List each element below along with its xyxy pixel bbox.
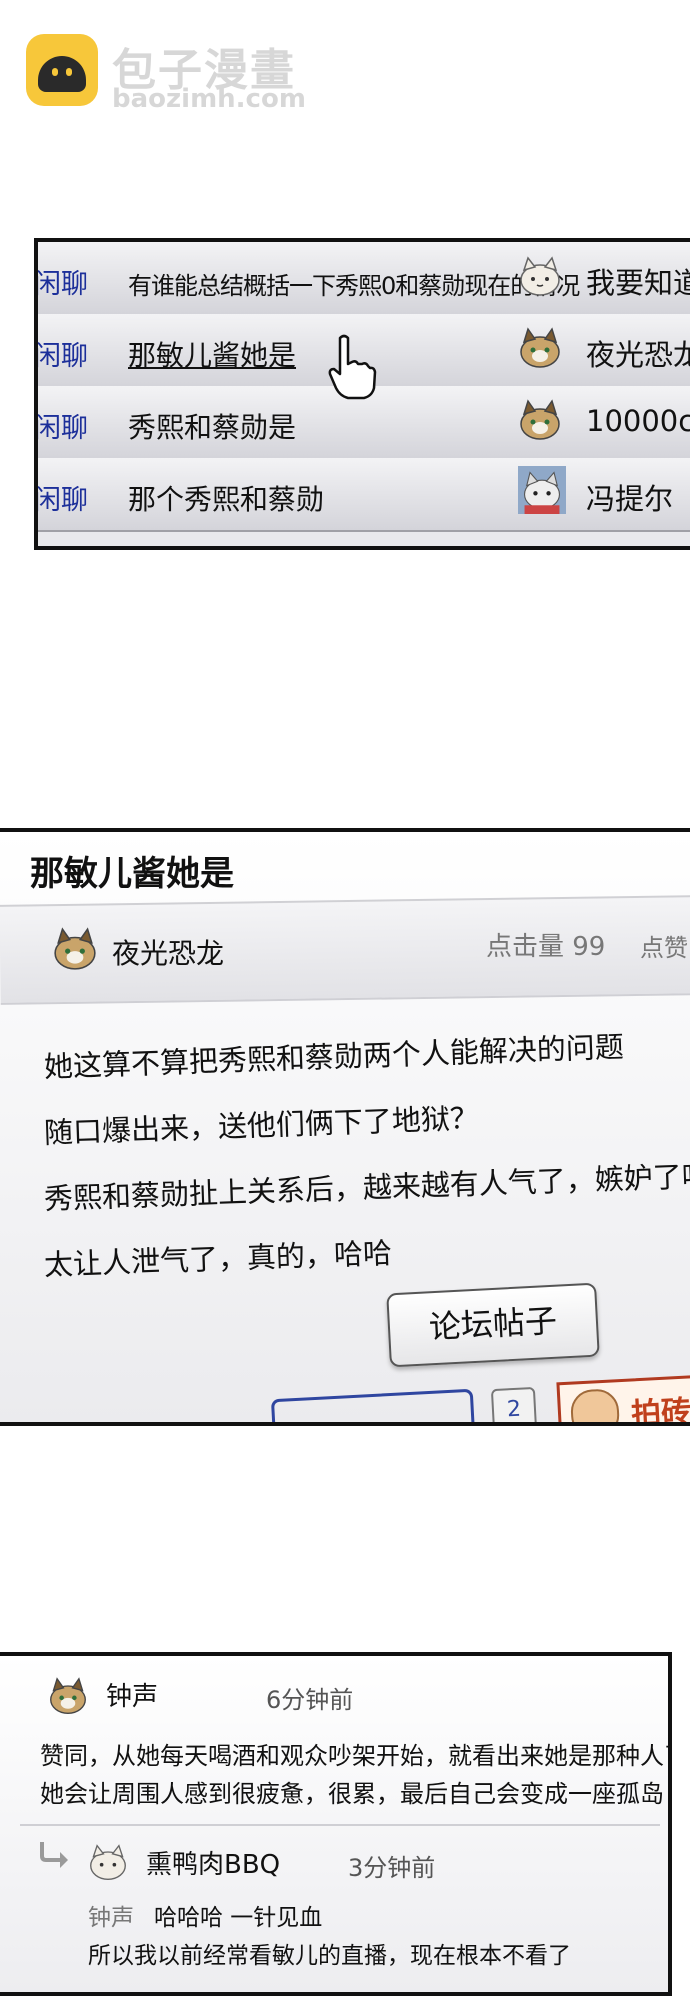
post-body-line: 她这算不算把秀熙和蔡勋两个人能解决的问题 (43, 1029, 625, 1084)
post-author[interactable]: 夜光恐龙 (112, 932, 224, 972)
comment-divider (20, 1824, 660, 1826)
comment-text: 她会让周围人感到很疲惫，很累，最后自己会变成一座孤岛 (40, 1780, 664, 1808)
post-title: 那敏儿酱她是 (30, 854, 234, 894)
blue-action-button[interactable] (270, 1388, 476, 1422)
forum-post-button[interactable]: 论坛帖子 (386, 1282, 600, 1368)
page-number-button[interactable]: 2 (490, 1386, 538, 1422)
comment-time: 6分钟前 (266, 1686, 354, 1714)
cat-icon (520, 256, 560, 296)
thread-author[interactable]: 冯提尔 (586, 476, 673, 518)
watermark-url: baozimh.com (112, 84, 306, 114)
thread-row[interactable]: 闲聊 那个秀熙和蔡勋 冯提尔 (38, 458, 690, 532)
like-button[interactable]: 点赞 (640, 928, 688, 963)
thread-title[interactable]: 那敏儿酱她是 (128, 334, 296, 374)
bun-eye (52, 68, 58, 76)
brick-badge[interactable]: 拍砖 (556, 1373, 690, 1426)
forum-thread-list-panel: 闲聊 有谁能总结概括一下秀熙0和蔡勋现在的情况 我要知道 闲聊 那敏儿酱她是 夜… (34, 238, 690, 550)
reply-text: 哈哈哈 一针见血 (154, 1905, 323, 1931)
thread-category: 闲聊 (34, 413, 88, 444)
thread-category: 闲聊 (34, 485, 88, 516)
thread-title[interactable]: 有谁能总结概括一下秀熙0和蔡勋现在的情况 (128, 266, 580, 301)
thread-title[interactable]: 秀熙和蔡勋是 (128, 406, 296, 446)
bun-eye (66, 68, 72, 76)
thread-author[interactable]: 10000cc (586, 404, 690, 438)
cat-photo-avatar-icon (518, 466, 566, 514)
cat-icon (50, 1677, 86, 1714)
post-body-line: 随口爆出来，送他们俩下了地狱？ (43, 1100, 480, 1150)
brick-badge-label: 拍砖 (630, 1394, 690, 1426)
comment-text: 赞同，从她每天喝酒和观众吵架开始，就看出来她是那种人了 (40, 1742, 672, 1770)
face-icon (569, 1388, 621, 1422)
reply-time: 3分钟前 (348, 1854, 436, 1882)
reply-author[interactable]: 熏鸭肉BBQ (146, 1844, 280, 1881)
post-click-count: 点击量 99 (486, 932, 606, 962)
post-body-line: 太让人泄气了，真的，哈哈 (43, 1235, 393, 1282)
thread-row[interactable]: 闲聊 有谁能总结概括一下秀熙0和蔡勋现在的情况 我要知道 (38, 242, 690, 316)
reply-mention[interactable]: 钟声 (88, 1898, 134, 1932)
thread-category: 闲聊 (34, 341, 88, 372)
reply-arrow-icon (40, 1842, 68, 1868)
comment-author[interactable]: 钟声 (106, 1676, 158, 1713)
cat-icon (54, 927, 96, 970)
thread-category: 闲聊 (34, 269, 88, 300)
cat-icon (90, 1844, 126, 1880)
post-body-line: 秀熙和蔡勋扯上关系后，越来越有人气了，嫉妒了吧?哈哈哈 (43, 1155, 690, 1216)
hand-cursor-icon (328, 334, 377, 400)
watermark-logo-icon (26, 34, 98, 106)
post-detail-panel: 那敏儿酱她是 夜光恐龙 点击量 99 点赞 她这算不算把秀熙和蔡勋两个人能解决的… (0, 828, 690, 1426)
comments-panel: 钟声 6分钟前 赞同，从她每天喝酒和观众吵架开始，就看出来她是那种人了 她会让周… (0, 1652, 672, 1996)
thread-title[interactable]: 那个秀熙和蔡勋 (128, 478, 324, 518)
thread-author[interactable]: 我要知道 (586, 260, 690, 302)
cat-icon (520, 327, 560, 368)
reply-text: 所以我以前经常看敏儿的直播，现在根本不看了 (88, 1943, 571, 1969)
cat-icon (520, 399, 560, 440)
bun-face-icon (38, 56, 86, 92)
thread-author[interactable]: 夜光恐龙 (586, 332, 690, 374)
